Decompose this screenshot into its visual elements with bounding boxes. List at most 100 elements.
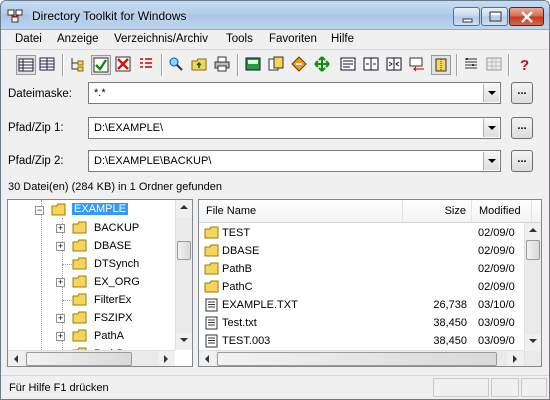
tree-node-fszipx[interactable]: + FSZIPX bbox=[56, 310, 174, 327]
expand-icon[interactable]: + bbox=[56, 332, 65, 341]
scroll-thumb[interactable] bbox=[177, 241, 191, 260]
scroll-down-button[interactable] bbox=[525, 334, 541, 351]
tree-node-patha[interactable]: + PathA bbox=[56, 328, 174, 345]
drive-button[interactable] bbox=[244, 55, 264, 75]
uncheck-button[interactable] bbox=[114, 55, 134, 75]
expand-icon[interactable]: + bbox=[56, 314, 65, 323]
file-row[interactable]: DBASE 02/09/0 bbox=[199, 242, 541, 260]
column-header-modified[interactable]: Modified bbox=[472, 200, 532, 222]
tree-node-dtsynch[interactable]: DTSynch bbox=[56, 256, 174, 273]
tree-vertical-scrollbar[interactable] bbox=[175, 200, 192, 350]
tree-node-label: EX_ORG bbox=[94, 276, 140, 288]
menu-hilfe[interactable]: Hilfe bbox=[331, 33, 354, 45]
expand-icon[interactable]: + bbox=[56, 224, 65, 233]
expand-icon[interactable]: + bbox=[56, 278, 65, 287]
tree-node-backup[interactable]: + BACKUP bbox=[56, 220, 174, 237]
tree-node-label: BACKUP bbox=[94, 222, 140, 234]
scroll-right-button[interactable] bbox=[507, 351, 524, 366]
tree-node-root[interactable]: − EXAMPLE bbox=[35, 202, 175, 219]
tree-node-ex_org[interactable]: + EX_ORG bbox=[56, 274, 174, 291]
scroll-thumb[interactable] bbox=[26, 352, 132, 366]
archive-icon bbox=[435, 58, 447, 72]
scroll-left-button[interactable] bbox=[199, 351, 216, 366]
menu-tools[interactable]: Tools bbox=[226, 33, 253, 45]
tree-node-filterex[interactable]: FilterEx bbox=[56, 292, 174, 309]
tree-node-dbase[interactable]: + DBASE bbox=[56, 238, 174, 255]
column-header-size[interactable]: Size bbox=[403, 200, 472, 222]
list-vertical-scrollbar[interactable] bbox=[524, 223, 541, 366]
check-button[interactable] bbox=[91, 55, 111, 75]
tree-button[interactable] bbox=[68, 55, 88, 75]
file-modified: 02/09/0 bbox=[478, 245, 515, 257]
zip1-browse-button[interactable]: ... bbox=[511, 117, 533, 139]
scroll-thumb[interactable] bbox=[217, 352, 497, 366]
close-button[interactable] bbox=[509, 7, 544, 26]
zip2-combo[interactable]: D:\EXAMPLE\BACKUP\ bbox=[88, 150, 501, 172]
text-button[interactable] bbox=[339, 55, 359, 75]
resize-grip[interactable] bbox=[521, 378, 547, 397]
file-row[interactable]: EXAMPLE.TXT 26,738 03/10/0 bbox=[199, 296, 541, 314]
expand-icon[interactable]: + bbox=[56, 242, 65, 251]
settings-button[interactable] bbox=[462, 55, 482, 75]
minimize-button[interactable] bbox=[453, 7, 480, 26]
scroll-down-button[interactable] bbox=[176, 333, 192, 350]
zip1-combo[interactable]: D:\EXAMPLE\ bbox=[88, 117, 501, 139]
file-mask-label: Dateimaske: bbox=[8, 88, 72, 100]
file-list[interactable]: File Name Size Modified TEST 02/09/0 DBASE… bbox=[198, 199, 542, 367]
collapse-icon[interactable]: − bbox=[35, 206, 44, 215]
file-row[interactable]: PathB 02/09/0 bbox=[199, 260, 541, 278]
column-header-file-name[interactable]: File Name bbox=[199, 200, 403, 222]
file-mask-browse-button[interactable]: ... bbox=[511, 82, 533, 104]
zip2-browse-button[interactable]: ... bbox=[511, 150, 533, 172]
file-row[interactable]: Test.txt 38,450 03/09/0 bbox=[199, 314, 541, 332]
zip2-dropdown-button[interactable] bbox=[483, 152, 499, 170]
file-mask-combo[interactable]: *.* bbox=[88, 82, 501, 104]
grid-button[interactable] bbox=[485, 55, 505, 75]
tree-guide-line bbox=[62, 300, 72, 301]
list-view-button[interactable] bbox=[16, 55, 36, 75]
chevron-down-icon bbox=[488, 159, 496, 163]
folder-icon bbox=[204, 280, 219, 293]
maximize-button[interactable] bbox=[481, 7, 508, 26]
file-modified: 02/09/0 bbox=[478, 227, 515, 239]
chevron-left-icon bbox=[14, 355, 18, 363]
folder-up-button[interactable] bbox=[190, 55, 210, 75]
zip1-dropdown-button[interactable] bbox=[483, 119, 499, 137]
scroll-up-button[interactable] bbox=[176, 200, 192, 217]
file-row[interactable]: PathC 02/09/0 bbox=[199, 278, 541, 296]
menu-datei[interactable]: Datei bbox=[15, 33, 42, 45]
sort-button[interactable] bbox=[137, 55, 157, 75]
file-row[interactable]: TEST.003 38,450 03/09/0 bbox=[199, 332, 541, 350]
list-horizontal-scrollbar[interactable] bbox=[199, 350, 524, 366]
svg-text:?: ? bbox=[520, 57, 529, 72]
split-left-button[interactable] bbox=[362, 55, 382, 75]
select-button[interactable] bbox=[408, 55, 428, 75]
find-button[interactable] bbox=[167, 55, 187, 75]
archive-button[interactable] bbox=[431, 55, 451, 75]
scroll-left-button[interactable] bbox=[8, 351, 25, 366]
help-button[interactable]: ? bbox=[515, 55, 535, 75]
compare-button[interactable] bbox=[290, 55, 310, 75]
folder-icon bbox=[72, 275, 87, 288]
app-window: Directory Toolkit for Windows Datei Anze… bbox=[0, 0, 550, 400]
split-right-icon bbox=[386, 57, 402, 71]
scroll-up-button[interactable] bbox=[525, 223, 541, 240]
menu-favoriten[interactable]: Favoriten bbox=[269, 33, 317, 45]
scroll-thumb[interactable] bbox=[526, 240, 540, 260]
title-bar[interactable]: Directory Toolkit for Windows bbox=[1, 1, 549, 30]
close-icon bbox=[521, 11, 533, 23]
scroll-right-button[interactable] bbox=[158, 351, 175, 366]
file-mask-dropdown-button[interactable] bbox=[483, 84, 499, 102]
file-modified: 03/09/0 bbox=[478, 335, 515, 347]
split-right-button[interactable] bbox=[385, 55, 405, 75]
move-button[interactable] bbox=[313, 55, 333, 75]
menu-anzeige[interactable]: Anzeige bbox=[57, 33, 99, 45]
print-button[interactable] bbox=[213, 55, 233, 75]
folder-tree[interactable]: − EXAMPLE + BACKUP + DBASE DTSynch + EX_ORG Fil… bbox=[7, 199, 193, 367]
tree-icon bbox=[71, 58, 84, 72]
detail-view-button[interactable] bbox=[38, 55, 58, 75]
tree-horizontal-scrollbar[interactable] bbox=[8, 350, 175, 366]
copy-button[interactable] bbox=[267, 55, 287, 75]
menu-verzeichnis-archiv[interactable]: Verzeichnis/Archiv bbox=[114, 33, 208, 45]
file-row[interactable]: TEST 02/09/0 bbox=[199, 224, 541, 242]
